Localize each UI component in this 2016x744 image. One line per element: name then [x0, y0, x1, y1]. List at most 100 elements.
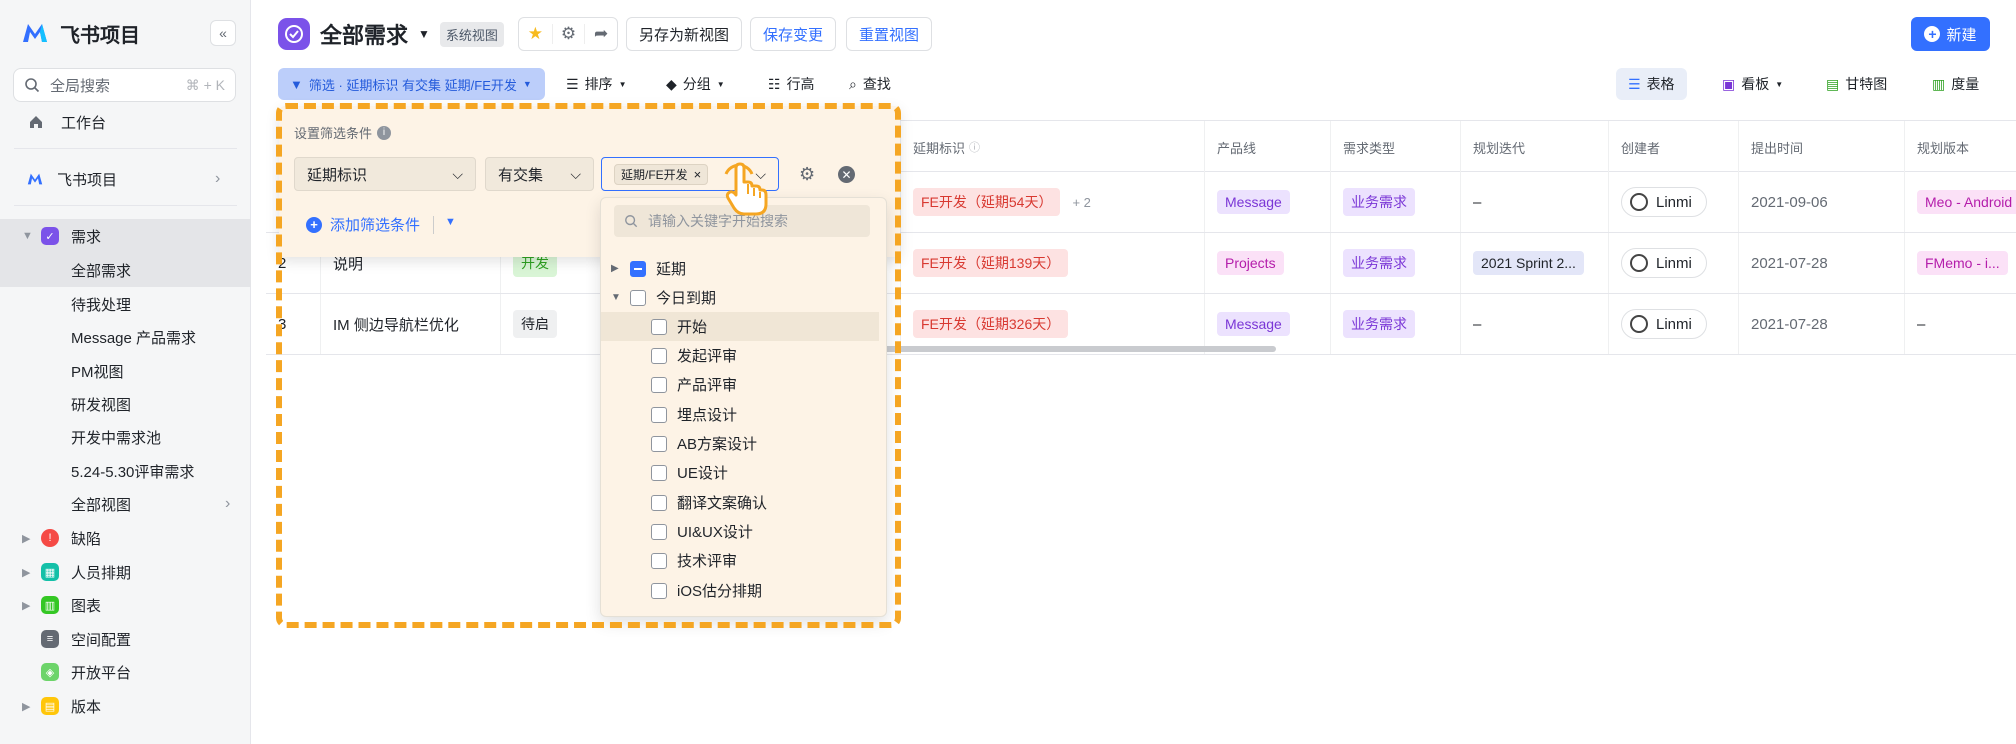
star-icon[interactable]: ★	[519, 24, 552, 44]
dropdown-option[interactable]: AB方案设计	[601, 429, 886, 458]
sidebar-item-open-platform[interactable]: ◈ 开放平台	[0, 655, 251, 689]
view-tab-metric[interactable]: ▥ 度量	[1920, 68, 1991, 100]
dropdown-option[interactable]: UE设计	[601, 458, 886, 487]
checkbox[interactable]	[651, 523, 667, 540]
sidebar-subitem-my-todo[interactable]: 待我处理	[0, 287, 251, 321]
dropdown-option[interactable]: 埋点设计	[601, 400, 886, 429]
checkbox[interactable]	[651, 552, 667, 569]
filter-field-select[interactable]: 延期标识 ⌵	[294, 157, 476, 191]
dropdown-option[interactable]: 发起评审	[601, 341, 886, 370]
dropdown-option[interactable]: 开始	[601, 312, 879, 341]
plus-circle-icon: +	[1924, 26, 1941, 42]
save-changes-button[interactable]: 保存变更	[750, 17, 836, 51]
dropdown-option[interactable]: 产品评审	[601, 370, 886, 399]
share-icon[interactable]: ➦	[584, 24, 617, 44]
iteration-cell: –	[1460, 172, 1608, 232]
delay-more: + 2	[1072, 194, 1091, 210]
user-chip[interactable]: Linmi	[1621, 187, 1707, 217]
global-search[interactable]: 全局搜索 ⌘ + K	[13, 68, 236, 102]
checkbox[interactable]	[651, 494, 667, 511]
new-button[interactable]: + 新建	[1911, 17, 1990, 51]
filter-button[interactable]: ▼ 筛选 · 延期标识 有交集 延期/FE开发 ▼	[278, 68, 545, 100]
column-header-iteration[interactable]: 规划迭代	[1460, 121, 1608, 173]
dropdown-option-label: 技术评审	[677, 553, 738, 570]
sidebar-subitem-pm-view[interactable]: PM视图	[0, 354, 251, 388]
type-cell: 业务需求	[1330, 172, 1460, 232]
find-button[interactable]: ⌕ 查找	[849, 68, 891, 100]
app-root: 飞书项目 « 全局搜索 ⌘ + K 工作台 飞书项目 › ▼ ✓ 需求 全部需求…	[0, 0, 2016, 744]
close-icon[interactable]: ×	[694, 167, 702, 182]
sidebar-subitem-dev-pool[interactable]: 开发中需求池	[0, 420, 251, 454]
product-cell: Message	[1204, 172, 1330, 232]
gear-icon[interactable]: ⚙	[551, 24, 585, 44]
dropdown-option-label: 产品评审	[677, 377, 738, 394]
product-cell: Projects	[1204, 233, 1330, 293]
column-header-delay[interactable]: 延期标识 ⓘ	[900, 121, 1204, 173]
sidebar-item-space-config[interactable]: ≡ 空间配置	[0, 622, 251, 656]
dropdown-group-delay[interactable]: ▶ 延期	[601, 254, 886, 283]
view-tab-gantt[interactable]: ▤ 甘特图	[1814, 68, 1899, 100]
reset-view-button[interactable]: 重置视图	[846, 17, 932, 51]
sidebar-subitem-message-product[interactable]: Message 产品需求	[0, 320, 251, 354]
dropdown-option[interactable]: 技术评审	[601, 546, 886, 575]
sidebar-subitem-review[interactable]: 5.24-5.30评审需求	[0, 454, 251, 488]
sidebar-item-version[interactable]: ▶ ▤ 版本	[0, 689, 251, 723]
page-title[interactable]: 全部需求	[320, 18, 408, 50]
remove-condition-icon[interactable]: ✕	[838, 166, 855, 183]
column-header-date[interactable]: 提出时间	[1738, 121, 1904, 173]
dropdown-option[interactable]: UI&UX设计	[601, 517, 886, 546]
filter-operator-select[interactable]: 有交集 ⌵	[485, 157, 594, 191]
dropdown-option[interactable]: 翻译文案确认	[601, 488, 886, 517]
home-icon	[30, 116, 42, 128]
view-tab-board[interactable]: ▣ 看板 ▼	[1710, 68, 1795, 100]
checkbox[interactable]	[651, 376, 667, 393]
board-icon: ▣	[1722, 75, 1736, 92]
date-cell: 2021-09-06	[1738, 172, 1904, 232]
app-logo[interactable]: 飞书项目	[20, 18, 140, 48]
checkbox[interactable]	[651, 406, 667, 423]
sort-button[interactable]: ☰ 排序 ▼	[566, 68, 626, 100]
gear-icon[interactable]: ⚙	[799, 164, 815, 185]
sidebar-item-bugs[interactable]: ▶ ! 缺陷	[0, 521, 251, 555]
sidebar-subitem-dev-view[interactable]: 研发视图	[0, 387, 251, 421]
caret-down-icon[interactable]: ▼	[445, 216, 456, 228]
checkbox[interactable]	[651, 347, 667, 364]
user-chip[interactable]: Linmi	[1621, 309, 1707, 339]
save-as-new-view-button[interactable]: 另存为新视图	[626, 17, 742, 51]
collapse-sidebar-button[interactable]: «	[210, 20, 236, 46]
column-header-creator[interactable]: 创建者	[1608, 121, 1738, 173]
sidebar-item-requirements[interactable]: ▼ ✓ 需求	[0, 219, 251, 253]
user-name: Linmi	[1656, 193, 1692, 211]
partial-checkbox[interactable]	[630, 260, 646, 277]
user-chip[interactable]: Linmi	[1621, 248, 1707, 278]
view-tab-label: 看板	[1741, 76, 1770, 92]
sidebar-subitem-all-requirements[interactable]: 全部需求	[0, 253, 251, 287]
checkbox[interactable]	[651, 318, 667, 335]
title-dropdown-icon[interactable]: ▼	[418, 27, 430, 41]
title-cell[interactable]: IM 侧边导航栏优化	[320, 294, 500, 354]
checkbox[interactable]	[651, 582, 667, 599]
group-button[interactable]: ◆ 分组 ▼	[666, 68, 725, 100]
checkbox[interactable]	[630, 289, 646, 306]
row-height-button[interactable]: ☷ 行高	[768, 68, 815, 100]
horizontal-scrollbar[interactable]	[882, 346, 1276, 352]
sidebar-item-workbench[interactable]: 工作台	[0, 105, 251, 139]
dropdown-option[interactable]: iOS估分排期	[601, 576, 886, 605]
sidebar-space-switcher[interactable]: 飞书项目 ›	[0, 162, 251, 196]
caret-down-icon: ▼	[618, 79, 627, 89]
sidebar-item-staffing[interactable]: ▶ ▦ 人员排期	[0, 555, 251, 589]
filter-value-dropdown: 请输入关键字开始搜索 ▶ 延期 ▼ 今日到期 开始 发起评审 产品评审 埋点设计…	[600, 197, 887, 617]
column-header-type[interactable]: 需求类型	[1330, 121, 1460, 173]
add-filter-condition-button[interactable]: + 添加筛选条件	[306, 214, 420, 235]
checkbox[interactable]	[651, 435, 667, 452]
avatar	[1630, 193, 1648, 211]
view-tab-table[interactable]: ☰ 表格	[1616, 68, 1687, 100]
dropdown-group-due-today[interactable]: ▼ 今日到期	[601, 283, 886, 312]
column-header-version[interactable]: 规划版本	[1904, 121, 2016, 173]
checkbox[interactable]	[651, 464, 667, 481]
column-header-label: 创建者	[1621, 140, 1661, 156]
column-header-product[interactable]: 产品线	[1204, 121, 1330, 173]
info-icon: ⓘ	[969, 142, 981, 154]
sidebar-item-charts[interactable]: ▶ ▥ 图表	[0, 588, 251, 622]
sidebar-subitem-all-views[interactable]: 全部视图 ›	[0, 487, 251, 521]
